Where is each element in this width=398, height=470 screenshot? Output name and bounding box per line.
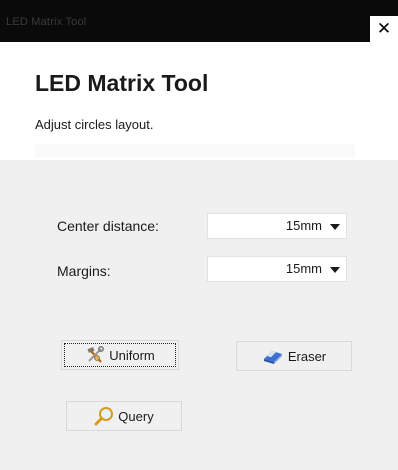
chevron-down-icon xyxy=(330,267,340,273)
uniform-button-label: Uniform xyxy=(109,347,155,363)
tools-icon xyxy=(87,346,105,363)
close-button[interactable]: ✕ xyxy=(370,16,398,42)
eraser-button-label: Eraser xyxy=(287,348,327,364)
center-distance-select[interactable]: 15mm xyxy=(207,213,347,239)
eraser-icon xyxy=(263,351,282,364)
chevron-down-icon xyxy=(330,224,340,230)
header-panel: LED Matrix Tool Adjust circles layout. xyxy=(0,42,398,160)
subtitle-strip xyxy=(35,144,355,158)
query-button[interactable]: Query xyxy=(66,401,182,431)
center-distance-value: 15mm xyxy=(285,218,322,233)
margins-label: Margins: xyxy=(57,263,111,279)
eraser-button[interactable]: Eraser xyxy=(236,341,352,371)
page-title: LED Matrix Tool xyxy=(35,70,209,96)
uniform-button[interactable]: Uniform xyxy=(61,340,179,370)
page-subtitle: Adjust circles layout. xyxy=(35,117,154,132)
margins-value: 15mm xyxy=(285,261,322,276)
center-distance-label: Center distance: xyxy=(57,218,159,234)
margins-select[interactable]: 15mm xyxy=(207,256,347,282)
title-bar: LED Matrix Tool ✕ xyxy=(0,0,398,42)
close-icon: ✕ xyxy=(376,19,392,39)
query-button-label: Query xyxy=(118,408,154,424)
magnifier-icon xyxy=(94,407,114,426)
window-title: LED Matrix Tool xyxy=(6,16,87,28)
